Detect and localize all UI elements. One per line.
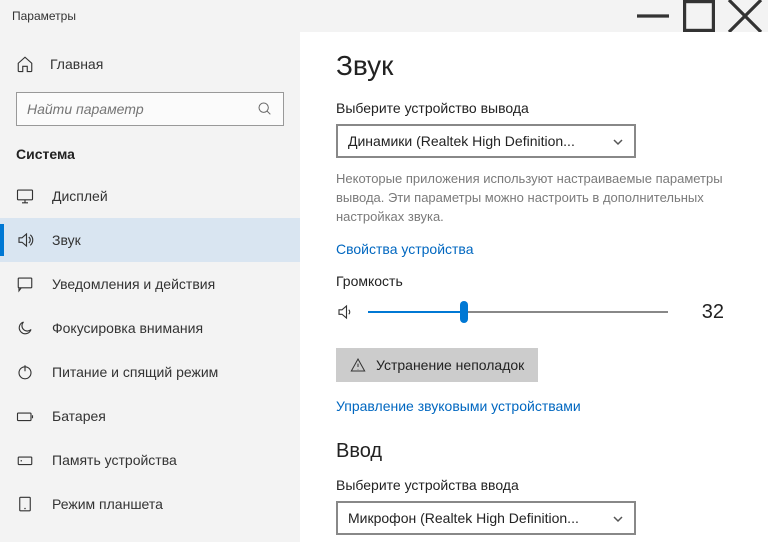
device-properties-link[interactable]: Свойства устройства (336, 241, 474, 257)
output-info-text: Некоторые приложения используют настраив… (336, 170, 732, 227)
input-device-value: Микрофон (Realtek High Definition... (348, 510, 579, 526)
section-title: Система (0, 136, 300, 174)
window-title: Параметры (12, 9, 630, 23)
maximize-button[interactable] (676, 0, 722, 32)
chat-icon (16, 275, 34, 293)
main-content: Звук Выберите устройство вывода Динамики… (300, 32, 768, 542)
input-device-label: Выберите устройства ввода (336, 477, 732, 493)
volume-control: 32 (336, 301, 732, 324)
titlebar: Параметры (0, 0, 768, 32)
output-device-select[interactable]: Динамики (Realtek High Definition... (336, 124, 636, 158)
moon-icon (16, 319, 34, 337)
speaker-icon (16, 231, 34, 249)
nav-label: Режим планшета (52, 496, 163, 512)
sidebar-item-power[interactable]: Питание и спящий режим (0, 350, 300, 394)
battery-icon (16, 407, 34, 425)
sidebar-item-sound[interactable]: Звук (0, 218, 300, 262)
nav-label: Уведомления и действия (52, 276, 215, 292)
monitor-icon (16, 187, 34, 205)
nav-label: Память устройства (52, 452, 177, 468)
close-button[interactable] (722, 0, 768, 32)
minimize-button[interactable] (630, 0, 676, 32)
troubleshoot-label: Устранение неполадок (376, 357, 524, 373)
nav-label: Питание и спящий режим (52, 364, 218, 380)
power-icon (16, 363, 34, 381)
sidebar: Главная Система Дисплей Звук (0, 32, 300, 542)
volume-value: 32 (702, 301, 732, 324)
nav-label: Фокусировка внимания (52, 320, 203, 336)
chevron-down-icon (612, 512, 624, 524)
sidebar-item-storage[interactable]: Память устройства (0, 438, 300, 482)
home-icon (16, 55, 34, 73)
page-title: Звук (336, 50, 732, 82)
manage-devices-link[interactable]: Управление звуковыми устройствами (336, 398, 581, 414)
input-device-select[interactable]: Микрофон (Realtek High Definition... (336, 501, 636, 535)
home-label: Главная (50, 56, 103, 72)
home-button[interactable]: Главная (0, 42, 300, 86)
sidebar-item-notifications[interactable]: Уведомления и действия (0, 262, 300, 306)
nav-label: Звук (52, 232, 81, 248)
slider-fill (368, 311, 464, 313)
input-heading: Ввод (336, 440, 732, 463)
search-icon (257, 101, 273, 117)
sidebar-item-focus[interactable]: Фокусировка внимания (0, 306, 300, 350)
volume-slider[interactable] (368, 311, 668, 313)
volume-icon[interactable] (336, 303, 354, 321)
chevron-down-icon (612, 135, 624, 147)
window-controls (630, 0, 768, 32)
troubleshoot-button[interactable]: Устранение неполадок (336, 348, 538, 382)
warning-icon (350, 357, 366, 373)
storage-icon (16, 451, 34, 469)
sidebar-item-display[interactable]: Дисплей (0, 174, 300, 218)
output-device-label: Выберите устройство вывода (336, 100, 732, 116)
search-box[interactable] (16, 92, 284, 126)
sidebar-item-tablet[interactable]: Режим планшета (0, 482, 300, 526)
search-input[interactable] (27, 101, 257, 117)
volume-label: Громкость (336, 273, 732, 289)
tablet-icon (16, 495, 34, 513)
nav-label: Дисплей (52, 188, 108, 204)
slider-thumb[interactable] (460, 301, 468, 323)
sidebar-item-battery[interactable]: Батарея (0, 394, 300, 438)
output-device-value: Динамики (Realtek High Definition... (348, 133, 575, 149)
nav-label: Батарея (52, 408, 106, 424)
